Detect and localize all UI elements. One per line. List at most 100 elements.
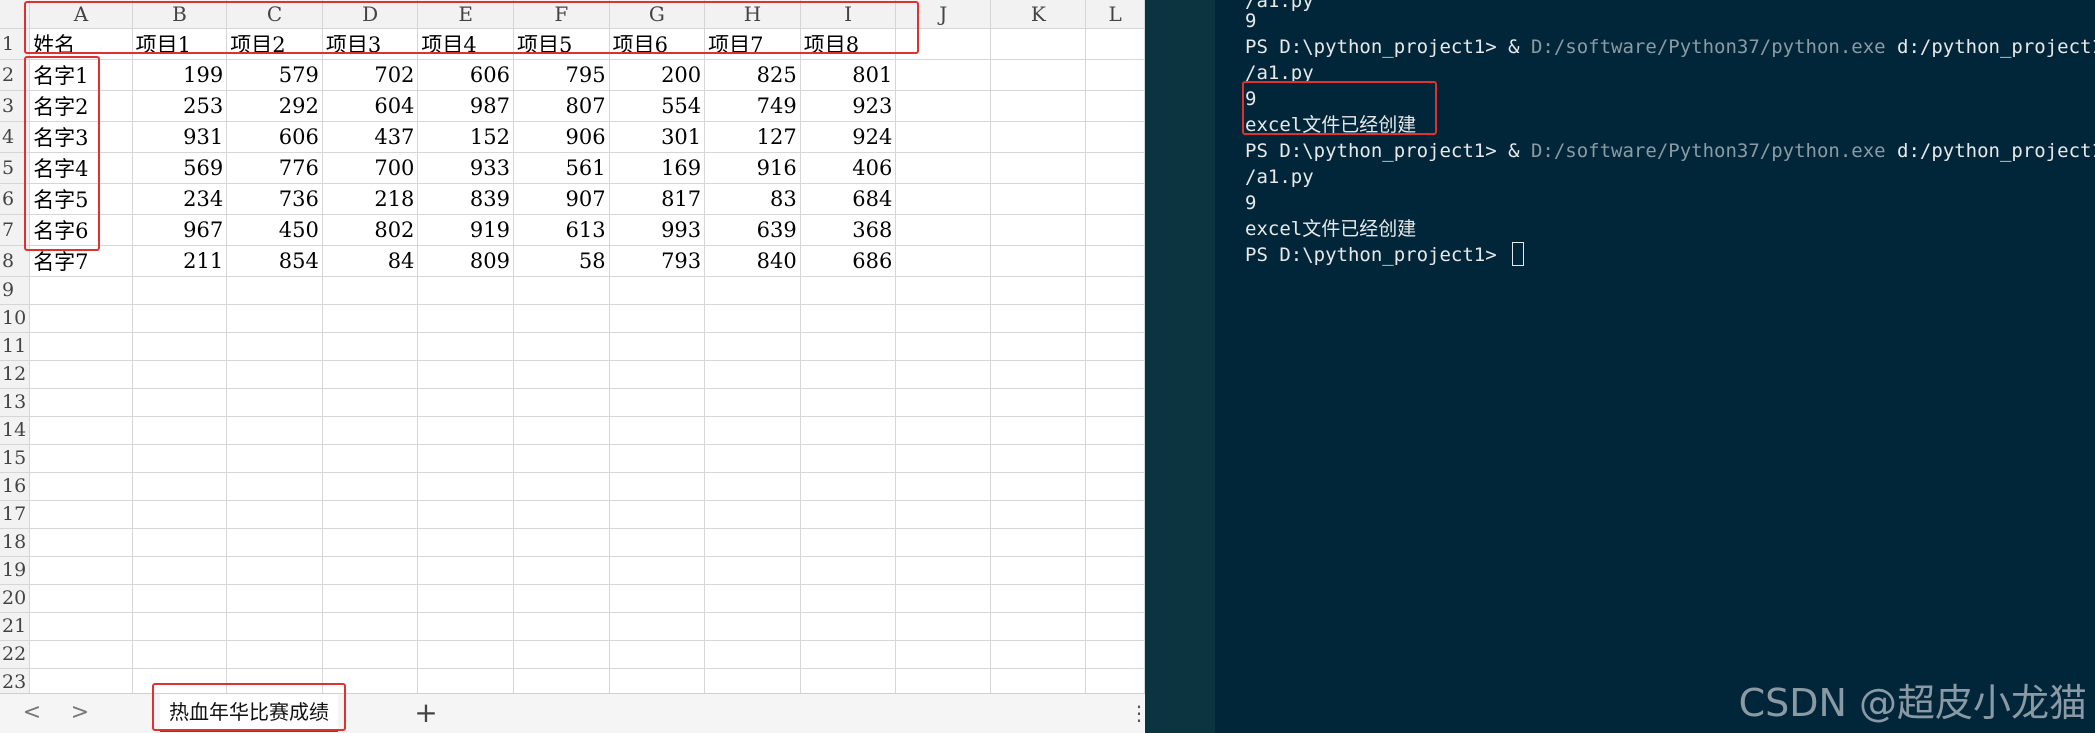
cell[interactable] (1085, 500, 1145, 529)
cell[interactable] (29, 612, 133, 641)
cell[interactable] (513, 668, 610, 697)
cell[interactable] (226, 668, 323, 697)
cell[interactable]: 234 (132, 183, 228, 215)
cell[interactable] (609, 332, 706, 361)
cell[interactable] (800, 640, 897, 669)
cell[interactable]: 58 (513, 245, 610, 277)
cell[interactable] (895, 245, 992, 277)
cell[interactable]: 561 (513, 152, 610, 184)
cell[interactable] (132, 556, 228, 585)
cell[interactable] (29, 276, 133, 305)
prev-sheet-button[interactable]: < (20, 700, 44, 726)
cell[interactable] (609, 416, 706, 445)
next-sheet-button[interactable]: > (68, 700, 92, 726)
cell[interactable] (322, 472, 419, 501)
cell[interactable] (132, 584, 228, 613)
cell[interactable] (132, 500, 228, 529)
cell[interactable] (29, 500, 133, 529)
cell[interactable] (990, 121, 1087, 153)
row-header[interactable]: 10 (0, 304, 31, 333)
cell[interactable] (990, 59, 1087, 91)
cell[interactable] (1085, 332, 1145, 361)
cell[interactable]: 名字1 (29, 59, 133, 91)
cell[interactable] (417, 416, 514, 445)
cell[interactable] (990, 528, 1087, 557)
column-header-d[interactable]: D (322, 0, 419, 29)
cell[interactable] (1085, 90, 1145, 122)
column-header-b[interactable]: B (132, 0, 228, 29)
cell[interactable] (704, 416, 801, 445)
cell[interactable]: 817 (609, 183, 706, 215)
cell[interactable] (1085, 214, 1145, 246)
cell[interactable] (895, 640, 992, 669)
cell[interactable] (29, 360, 133, 389)
cell[interactable]: 406 (800, 152, 897, 184)
cell[interactable]: 名字6 (29, 214, 133, 246)
cell[interactable] (226, 472, 323, 501)
cell[interactable] (322, 528, 419, 557)
cell[interactable] (29, 556, 133, 585)
cell[interactable]: 825 (704, 59, 801, 91)
sheet-tab-active[interactable]: 热血年华比赛成绩 (160, 694, 338, 732)
cell[interactable] (990, 360, 1087, 389)
row-header[interactable]: 6 (0, 183, 31, 215)
cell[interactable]: 项目4 (417, 28, 514, 60)
row-header[interactable]: 14 (0, 416, 31, 445)
cell[interactable] (29, 528, 133, 557)
cell[interactable]: 807 (513, 90, 610, 122)
row-header[interactable]: 1 (0, 28, 31, 60)
cell[interactable]: 702 (322, 59, 419, 91)
cell[interactable] (800, 444, 897, 473)
cell[interactable] (513, 444, 610, 473)
cell[interactable] (895, 152, 992, 184)
cell[interactable] (322, 612, 419, 641)
cell[interactable]: 923 (800, 90, 897, 122)
cell[interactable] (29, 388, 133, 417)
column-header-k[interactable]: K (990, 0, 1087, 29)
cell[interactable] (29, 416, 133, 445)
cell[interactable] (895, 388, 992, 417)
cell[interactable]: 名字3 (29, 121, 133, 153)
cell[interactable] (704, 276, 801, 305)
cell[interactable]: 253 (132, 90, 228, 122)
row-header[interactable]: 8 (0, 245, 31, 277)
cell[interactable]: 606 (417, 59, 514, 91)
cell[interactable] (800, 584, 897, 613)
cell[interactable]: 916 (704, 152, 801, 184)
cell[interactable] (417, 584, 514, 613)
cell[interactable] (29, 304, 133, 333)
cell[interactable]: 839 (417, 183, 514, 215)
cell[interactable] (1085, 152, 1145, 184)
cell[interactable] (895, 584, 992, 613)
cell[interactable] (800, 416, 897, 445)
cell[interactable] (895, 121, 992, 153)
cell[interactable] (132, 444, 228, 473)
cell[interactable] (513, 304, 610, 333)
cell[interactable]: 931 (132, 121, 228, 153)
cell[interactable] (417, 612, 514, 641)
cell[interactable] (1085, 121, 1145, 153)
cell[interactable] (609, 584, 706, 613)
cell[interactable] (609, 500, 706, 529)
cell[interactable] (704, 444, 801, 473)
cell[interactable]: 907 (513, 183, 610, 215)
cell[interactable] (609, 668, 706, 697)
cell[interactable]: 姓名 (29, 28, 133, 60)
column-header-j[interactable]: J (895, 0, 992, 29)
cell[interactable] (132, 388, 228, 417)
cell[interactable] (132, 304, 228, 333)
cell[interactable]: 684 (800, 183, 897, 215)
cell[interactable] (990, 668, 1087, 697)
row-header[interactable]: 5 (0, 152, 31, 184)
cell[interactable] (895, 59, 992, 91)
cell[interactable] (990, 183, 1087, 215)
cell[interactable] (895, 528, 992, 557)
cell[interactable] (895, 500, 992, 529)
cell[interactable] (704, 668, 801, 697)
cell[interactable]: 项目1 (132, 28, 228, 60)
cell[interactable] (800, 528, 897, 557)
cell[interactable] (513, 360, 610, 389)
cell[interactable] (1085, 360, 1145, 389)
column-header-l[interactable]: L (1085, 0, 1145, 29)
row-header[interactable]: 7 (0, 214, 31, 246)
